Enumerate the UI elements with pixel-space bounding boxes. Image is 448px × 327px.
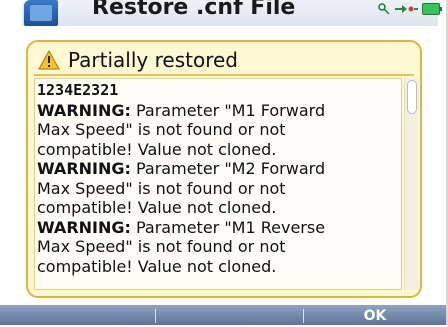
warning-label: WARNING:	[37, 159, 131, 178]
status-icons	[378, 2, 442, 16]
network-icon	[395, 5, 418, 13]
softkey-bar: OK	[0, 305, 446, 325]
usb-icon	[378, 3, 390, 15]
message-line: WARNING: Parameter "M1 Forward	[37, 101, 401, 121]
device-screen: Restore .cnf File Partially restored 123…	[0, 0, 448, 325]
message-text: Parameter "M1 Forward	[130, 100, 326, 120]
message-text-area[interactable]: 1234E2321 WARNING: Parameter "M1 Forward M…	[34, 78, 402, 290]
dialog-header: Partially restored	[34, 46, 414, 76]
message-line: compatible! Value not cloned.	[37, 256, 277, 276]
message-line: WARNING: Parameter "M1 Reverse	[37, 218, 401, 238]
partially-restored-dialog: Partially restored 1234E2321 WARNING: Par…	[26, 40, 422, 298]
ok-button[interactable]: OK	[304, 305, 446, 325]
dialog-title: Partially restored	[68, 48, 238, 72]
app-icon	[24, 0, 58, 26]
softkey-middle[interactable]	[156, 305, 302, 325]
warning-label: WARNING:	[37, 217, 131, 237]
message-text: Parameter "M2 Forward	[130, 159, 326, 178]
message-line: Max Speed" is not found or not	[37, 237, 286, 256]
warning-label: WARNING:	[37, 100, 131, 120]
battery-icon	[422, 3, 442, 15]
message-line: Max Speed" is not found or not	[37, 120, 286, 139]
softkey-left[interactable]	[0, 305, 154, 325]
background-window-title: Restore .cnf File	[92, 0, 296, 20]
message-line: compatible! Value not cloned.	[37, 198, 277, 217]
warning-triangle-icon	[38, 50, 60, 70]
scrollbar[interactable]	[404, 78, 419, 290]
message-line: Max Speed" is not found or not	[37, 178, 286, 198]
scrollbar-thumb[interactable]	[407, 80, 417, 114]
message-line: WARNING: Parameter "M2 Forward	[37, 159, 401, 179]
message-text: Parameter "M1 Reverse	[130, 217, 326, 237]
error-code: 1234E2321	[37, 81, 119, 99]
message-line: compatible! Value not cloned.	[37, 139, 277, 159]
